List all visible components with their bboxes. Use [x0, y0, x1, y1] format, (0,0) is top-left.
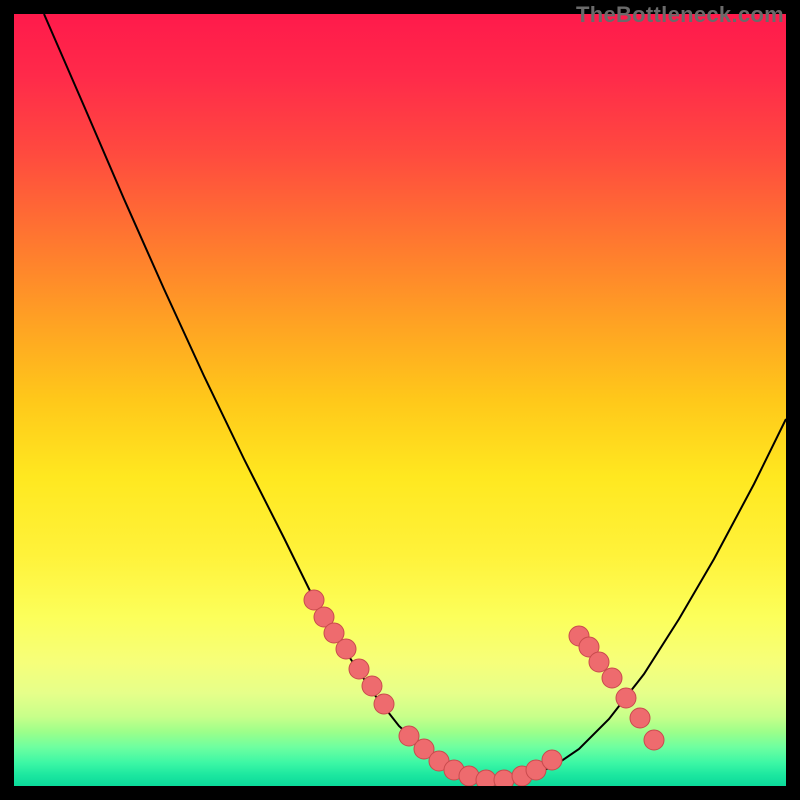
plot-area — [14, 14, 786, 786]
watermark-text: TheBottleneck.com — [576, 2, 784, 28]
chart-frame: TheBottleneck.com — [0, 0, 800, 800]
